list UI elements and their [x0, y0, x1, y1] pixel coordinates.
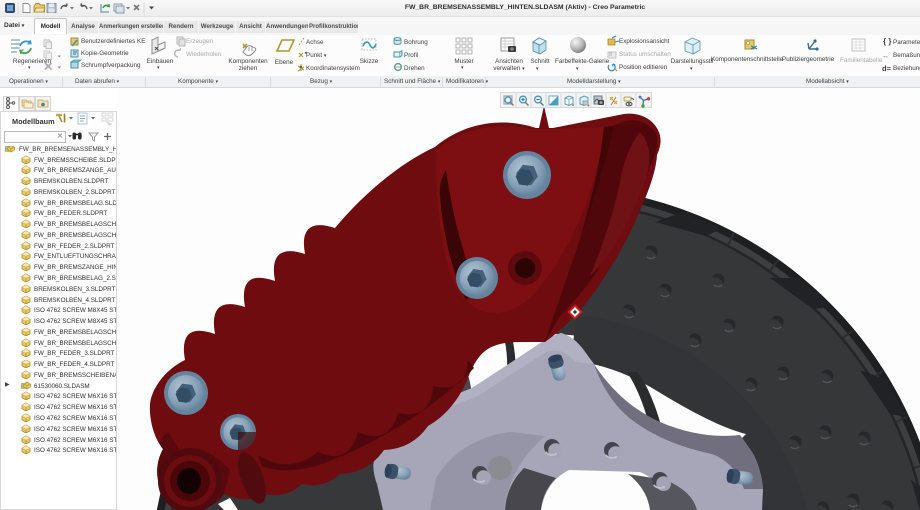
svg-text:d=: d= — [882, 64, 892, 73]
svg-text:↔: ↔ — [882, 53, 889, 60]
svg-text:{ }: { } — [883, 37, 891, 46]
